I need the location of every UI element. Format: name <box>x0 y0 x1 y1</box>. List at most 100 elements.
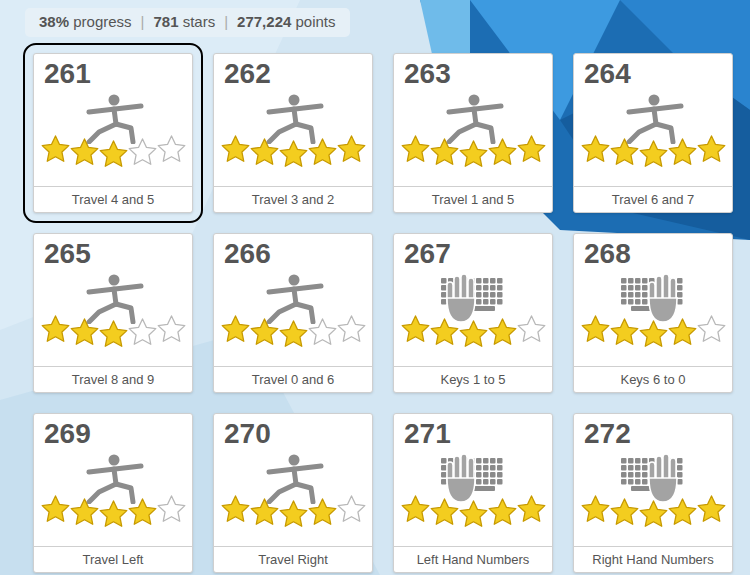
star-rating <box>394 494 552 525</box>
star-filled-icon <box>429 317 460 348</box>
lesson-card[interactable]: 261 Travel 4 and 5 <box>33 53 193 213</box>
star-filled-icon <box>638 319 669 350</box>
star-filled-icon <box>400 494 431 525</box>
yoga-pose-icon <box>81 92 145 144</box>
lesson-number: 271 <box>394 414 552 450</box>
star-filled-icon <box>336 134 367 165</box>
lesson-label: Left Hand Numbers <box>394 546 552 572</box>
keyboard-hand-icon <box>617 452 689 504</box>
lesson-card[interactable]: 272Right Hand Numbers <box>573 413 733 573</box>
star-filled-icon <box>249 317 280 348</box>
stats-separator: | <box>224 11 228 34</box>
lesson-card[interactable]: 269 Travel Left <box>33 413 193 573</box>
star-filled-icon <box>98 319 129 350</box>
star-filled-icon <box>429 137 460 168</box>
lesson-label: Travel 0 and 6 <box>214 366 372 392</box>
lesson-label: Keys 6 to 0 <box>574 366 732 392</box>
star-filled-icon <box>580 494 611 525</box>
keyboard-hand-icon <box>437 452 509 504</box>
star-rating <box>394 134 552 165</box>
star-filled-icon <box>220 134 251 165</box>
star-empty-icon <box>127 137 158 168</box>
stats-separator: | <box>141 11 145 34</box>
keyboard-hand-icon <box>617 272 689 324</box>
lesson-label: Travel 3 and 2 <box>214 186 372 212</box>
lesson-card[interactable]: 262 Travel 3 and 2 <box>213 53 373 213</box>
lesson-number: 269 <box>34 414 192 450</box>
star-filled-icon <box>667 497 698 528</box>
lesson-card[interactable]: 268 Keys 6 to 0 <box>573 233 733 393</box>
star-rating <box>34 134 192 165</box>
star-rating <box>394 314 552 345</box>
star-filled-icon <box>487 317 518 348</box>
lesson-number: 270 <box>214 414 372 450</box>
keyboard-hand-icon <box>437 272 509 324</box>
star-filled-icon <box>638 499 669 530</box>
yoga-pose-icon <box>261 272 325 324</box>
yoga-pose-icon <box>261 92 325 144</box>
star-rating <box>574 134 732 165</box>
star-filled-icon <box>580 314 611 345</box>
lesson-card[interactable]: 271 Left Hand Numbers <box>393 413 553 573</box>
lesson-label: Travel Right <box>214 546 372 572</box>
star-filled-icon <box>667 137 698 168</box>
star-rating <box>574 314 732 345</box>
star-filled-icon <box>696 494 727 525</box>
lesson-card[interactable]: 267Keys 1 to 5 <box>393 233 553 393</box>
lesson-grid: 261 Travel 4 and 5 262 Travel 3 and 2 263Tra… <box>25 53 750 573</box>
star-filled-icon <box>220 494 251 525</box>
star-empty-icon <box>336 494 367 525</box>
star-filled-icon <box>69 317 100 348</box>
star-rating <box>214 134 372 165</box>
star-filled-icon <box>40 314 71 345</box>
stat-item: 277,224 points <box>237 11 335 34</box>
lesson-number: 268 <box>574 234 732 270</box>
lesson-label: Right Hand Numbers <box>574 546 732 572</box>
lesson-card[interactable]: 264 Travel 6 and 7 <box>573 53 733 213</box>
yoga-pose-icon <box>441 92 505 144</box>
lesson-label: Travel Left <box>34 546 192 572</box>
star-filled-icon <box>458 319 489 350</box>
star-filled-icon <box>429 497 460 528</box>
lesson-card[interactable]: 265Travel 8 and 9 <box>33 233 193 393</box>
lesson-card[interactable]: 270 Travel Right <box>213 413 373 573</box>
star-empty-icon <box>156 134 187 165</box>
star-filled-icon <box>458 139 489 170</box>
star-filled-icon <box>487 497 518 528</box>
lesson-card[interactable]: 263Travel 1 and 5 <box>393 53 553 213</box>
star-filled-icon <box>69 137 100 168</box>
star-empty-icon <box>516 314 547 345</box>
lesson-label: Travel 1 and 5 <box>394 186 552 212</box>
star-filled-icon <box>667 317 698 348</box>
star-filled-icon <box>458 499 489 530</box>
star-rating <box>574 494 732 525</box>
lesson-label: Travel 4 and 5 <box>34 186 192 212</box>
star-filled-icon <box>249 137 280 168</box>
star-filled-icon <box>609 317 640 348</box>
lesson-card[interactable]: 266Travel 0 and 6 <box>213 233 373 393</box>
lesson-label: Keys 1 to 5 <box>394 366 552 392</box>
lesson-number: 264 <box>574 54 732 90</box>
star-rating <box>34 314 192 345</box>
star-filled-icon <box>696 134 727 165</box>
star-filled-icon <box>400 314 431 345</box>
stat-item: 781 stars <box>153 11 215 34</box>
lesson-number: 262 <box>214 54 372 90</box>
stats-bar: 38% progress|781 stars|277,224 points <box>25 8 350 37</box>
star-filled-icon <box>278 499 309 530</box>
yoga-pose-icon <box>621 92 685 144</box>
star-filled-icon <box>516 494 547 525</box>
star-filled-icon <box>609 497 640 528</box>
star-filled-icon <box>69 497 100 528</box>
star-filled-icon <box>609 137 640 168</box>
yoga-pose-icon <box>261 452 325 504</box>
star-empty-icon <box>696 314 727 345</box>
lesson-label: Travel 6 and 7 <box>574 186 732 212</box>
star-filled-icon <box>400 134 431 165</box>
star-filled-icon <box>307 137 338 168</box>
star-filled-icon <box>249 497 280 528</box>
yoga-pose-icon <box>81 452 145 504</box>
yoga-pose-icon <box>81 272 145 324</box>
star-filled-icon <box>220 314 251 345</box>
lesson-number: 261 <box>34 54 192 90</box>
